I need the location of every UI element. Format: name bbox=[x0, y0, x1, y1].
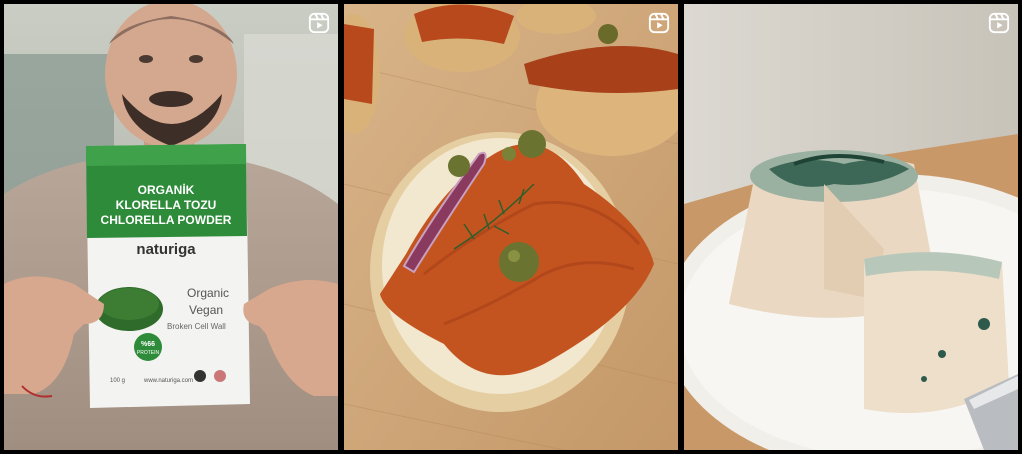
package-vegan: Vegan bbox=[189, 303, 223, 317]
protein-badge-value: %66 bbox=[141, 341, 155, 348]
package-title-en: CHLORELLA POWDER bbox=[101, 213, 232, 227]
post-image-cheese bbox=[684, 4, 1018, 450]
post-image-chlorella: ORGANİK KLORELLA TOZU CHLORELLA POWDER n… bbox=[4, 4, 338, 450]
post-tile-cheese[interactable] bbox=[684, 4, 1018, 450]
package-broken-cell: Broken Cell Wall bbox=[167, 322, 226, 331]
package-title-tr: ORGANİK bbox=[138, 182, 195, 197]
package-brand: naturiga bbox=[136, 241, 196, 258]
post-image-toast bbox=[344, 4, 678, 450]
post-grid: ORGANİK KLORELLA TOZU CHLORELLA POWDER n… bbox=[0, 0, 1022, 454]
post-tile-toast[interactable] bbox=[344, 4, 678, 450]
reels-icon bbox=[308, 12, 330, 34]
reels-icon bbox=[988, 12, 1010, 34]
post-tile-chlorella[interactable]: ORGANİK KLORELLA TOZU CHLORELLA POWDER n… bbox=[4, 4, 338, 450]
package-website: www.naturiga.com bbox=[143, 378, 193, 384]
protein-badge-label: PROTEIN bbox=[137, 350, 160, 356]
package-title-tr2: KLORELLA TOZU bbox=[116, 198, 217, 212]
package-weight: 100 g bbox=[110, 378, 125, 384]
reels-icon bbox=[648, 12, 670, 34]
package-organic: Organic bbox=[187, 286, 229, 300]
